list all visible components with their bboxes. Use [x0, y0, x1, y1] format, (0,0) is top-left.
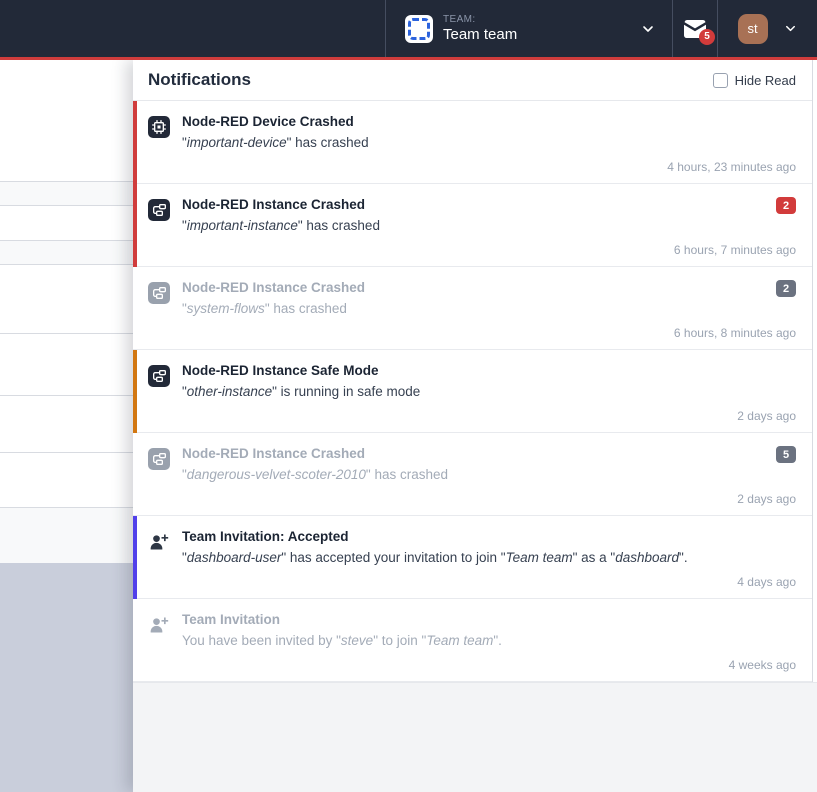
user-add-icon	[148, 614, 170, 636]
notification-time: 6 hours, 7 minutes ago	[674, 243, 796, 257]
user-add-icon	[148, 531, 170, 553]
notification-body: "system-flows" has crashed	[182, 301, 796, 316]
user-menu[interactable]: st	[718, 0, 817, 57]
hide-read-toggle[interactable]: Hide Read	[713, 73, 796, 88]
notification-item[interactable]: Node-RED Instance Crashed "dangerous-vel…	[133, 433, 812, 516]
notifications-panel-header: Notifications Hide Read	[133, 60, 812, 101]
notification-item[interactable]: Node-RED Instance Crashed "system-flows"…	[133, 267, 812, 350]
instance-icon	[148, 365, 170, 387]
notifications-panel: Notifications Hide Read Node-RED Device …	[133, 60, 817, 792]
team-selector-text: TEAM: Team team	[443, 14, 517, 43]
notification-body: "dashboard-user" has accepted your invit…	[182, 550, 796, 565]
notification-time: 4 weeks ago	[729, 658, 796, 672]
notification-body: You have been invited by "steve" to join…	[182, 633, 796, 648]
scrollbar-track[interactable]	[812, 60, 817, 682]
notification-item[interactable]: Node-RED Device Crashed "important-devic…	[133, 101, 812, 184]
hide-read-label: Hide Read	[735, 73, 796, 88]
instance-icon	[148, 448, 170, 470]
notification-body: "other-instance" is running in safe mode	[182, 384, 796, 399]
instance-icon	[148, 282, 170, 304]
notification-item[interactable]: Team Invitation You have been invited by…	[133, 599, 812, 682]
notification-title: Node-RED Instance Crashed	[182, 280, 796, 295]
notification-time: 2 days ago	[737, 492, 796, 506]
notification-title: Node-RED Device Crashed	[182, 114, 796, 129]
unread-count-badge: 5	[699, 29, 715, 45]
notification-title: Node-RED Instance Safe Mode	[182, 363, 796, 378]
chevron-down-icon	[783, 21, 798, 36]
notification-title: Team Invitation	[182, 612, 796, 627]
notification-badge: 2	[776, 197, 796, 214]
notification-title: Node-RED Instance Crashed	[182, 446, 796, 461]
notification-title: Team Invitation: Accepted	[182, 529, 796, 544]
avatar: st	[738, 14, 768, 44]
notification-time: 4 days ago	[737, 575, 796, 589]
notification-time: 2 days ago	[737, 409, 796, 423]
notification-badge: 2	[776, 280, 796, 297]
panel-footer-area	[133, 682, 817, 792]
notification-body: "dangerous-velvet-scoter-2010" has crash…	[182, 467, 796, 482]
team-icon	[405, 15, 433, 43]
alert-banner	[0, 57, 817, 60]
notification-list: Node-RED Device Crashed "important-devic…	[133, 101, 812, 682]
device-icon	[148, 116, 170, 138]
notification-item[interactable]: Node-RED Instance Crashed "important-ins…	[133, 184, 812, 267]
chevron-down-icon	[640, 21, 656, 37]
notification-time: 4 hours, 23 minutes ago	[667, 160, 796, 174]
team-label: TEAM:	[443, 14, 517, 26]
notification-item[interactable]: Team Invitation: Accepted "dashboard-use…	[133, 516, 812, 599]
app-window: TEAM: Team team 5 st	[0, 0, 817, 792]
team-selector[interactable]: TEAM: Team team	[385, 0, 672, 57]
notifications-button[interactable]: 5	[672, 0, 718, 57]
notification-badge: 5	[776, 446, 796, 463]
notification-title: Node-RED Instance Crashed	[182, 197, 796, 212]
notification-item[interactable]: Node-RED Instance Safe Mode "other-insta…	[133, 350, 812, 433]
page-title: Notifications	[148, 70, 251, 90]
notification-body: "important-device" has crashed	[182, 135, 796, 150]
hide-read-checkbox[interactable]	[713, 73, 728, 88]
notification-time: 6 hours, 8 minutes ago	[674, 326, 796, 340]
notification-body: "important-instance" has crashed	[182, 218, 796, 233]
team-name: Team team	[443, 26, 517, 43]
instance-icon	[148, 199, 170, 221]
top-navbar: TEAM: Team team 5 st	[0, 0, 817, 57]
